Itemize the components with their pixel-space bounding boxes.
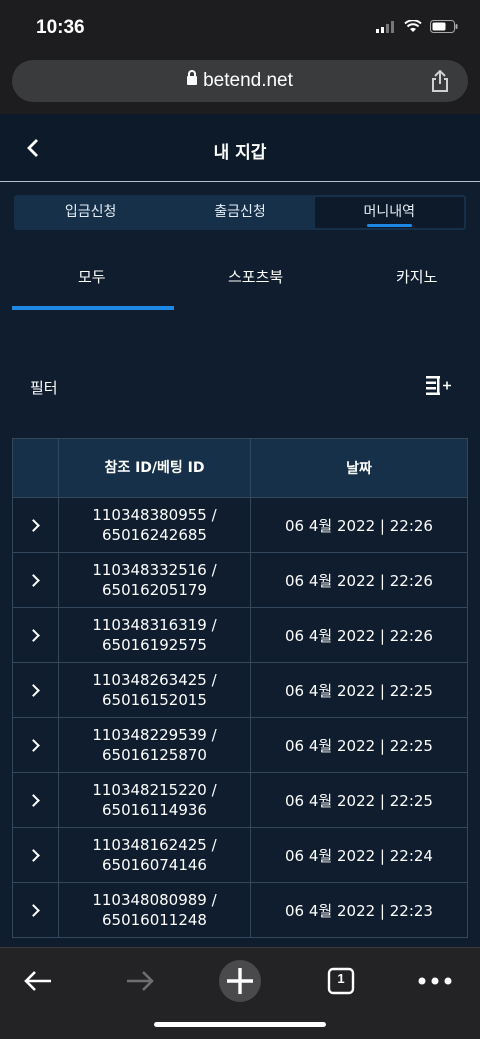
arrow-left-icon [24, 971, 51, 991]
ref-id: 110348229539 / [92, 726, 217, 744]
tab-sportsbook[interactable]: 스포츠북 [228, 266, 283, 287]
battery-icon [430, 20, 458, 33]
bet-id: 65016125870 [102, 746, 207, 764]
more-icon [418, 977, 452, 985]
ref-id: 110348263425 / [92, 671, 217, 689]
bet-id: 65016152015 [102, 691, 207, 709]
row-date: 06 4월 2022 | 22:25 [250, 772, 468, 828]
wifi-icon [404, 20, 422, 32]
home-indicator [154, 1022, 326, 1027]
share-icon[interactable] [430, 70, 450, 92]
back-button[interactable] [18, 958, 58, 1004]
wallet-segmented-control: 입금신청 출금신청 머니내역 [14, 195, 466, 230]
active-tab-indicator [12, 306, 174, 310]
bet-id: 65016114936 [102, 801, 207, 819]
arrow-right-icon [127, 971, 154, 991]
page-title: 내 지갑 [213, 143, 267, 163]
table-row[interactable]: 110348263425 / 65016152015 06 4월 2022 | 2… [12, 662, 468, 718]
filter-label: 필터 [30, 379, 58, 397]
row-date: 06 4월 2022 | 22:24 [250, 827, 468, 883]
table-row[interactable]: 110348162425 / 65016074146 06 4월 2022 | 2… [12, 827, 468, 883]
column-header-ref-id: 참조 ID/베팅 ID [58, 438, 251, 498]
row-date: 06 4월 2022 | 22:25 [250, 717, 468, 773]
row-date: 06 4월 2022 | 22:25 [250, 662, 468, 718]
table-row[interactable]: 110348332516 / 65016205179 06 4월 2022 | 2… [12, 552, 468, 608]
tabs-button[interactable]: 1 [326, 958, 356, 1004]
row-date: 06 4월 2022 | 22:26 [250, 607, 468, 663]
chevron-right-icon[interactable] [27, 519, 40, 532]
chevron-right-icon[interactable] [27, 629, 40, 642]
ref-id: 110348332516 / [92, 561, 217, 579]
column-header-expand [12, 438, 59, 498]
table-row[interactable]: 110348380955 / 65016242685 06 4월 2022 | 2… [12, 497, 468, 553]
tab-count: 1 [337, 971, 345, 986]
ref-id: 110348162425 / [92, 836, 217, 854]
signal-icon [376, 20, 394, 33]
row-date: 06 4월 2022 | 22:23 [250, 882, 468, 938]
row-date: 06 4월 2022 | 22:26 [250, 497, 468, 553]
segment-deposit[interactable]: 입금신청 [16, 197, 165, 228]
ref-id: 110348316319 / [92, 616, 217, 634]
new-tab-button[interactable] [218, 958, 262, 1004]
bet-id: 65016242685 [102, 526, 207, 544]
bet-id: 65016205179 [102, 581, 207, 599]
forward-button[interactable] [120, 958, 160, 1004]
status-icons [376, 20, 458, 33]
table-row[interactable]: 110348316319 / 65016192575 06 4월 2022 | 2… [12, 607, 468, 663]
ref-id: 110348215220 / [92, 781, 217, 799]
table-header-row: 참조 ID/베팅 ID 날짜 [12, 438, 468, 498]
chevron-right-icon[interactable] [27, 684, 40, 697]
chevron-right-icon[interactable] [27, 904, 40, 917]
category-tabs: 모두 스포츠북 카지노 [0, 250, 480, 310]
chevron-right-icon[interactable] [27, 739, 40, 752]
bet-id: 65016074146 [102, 856, 207, 874]
chevron-right-icon[interactable] [27, 849, 40, 862]
lock-icon [187, 70, 198, 85]
url-area: betend.net [0, 56, 480, 114]
filter-icon[interactable] [426, 375, 452, 397]
plus-icon [219, 960, 261, 1002]
tab-all[interactable]: 모두 [78, 266, 106, 287]
chevron-right-icon[interactable] [27, 794, 40, 807]
column-header-date: 날짜 [250, 438, 468, 498]
table-row[interactable]: 110348215220 / 65016114936 06 4월 2022 | 2… [12, 772, 468, 828]
ref-id: 110348080989 / [92, 891, 217, 909]
more-button[interactable] [416, 958, 454, 1004]
app-header: 내 지갑 [0, 114, 480, 182]
chevron-right-icon[interactable] [27, 574, 40, 587]
money-history-table: 참조 ID/베팅 ID 날짜 110348380955 / 65016242685… [12, 438, 468, 938]
ref-id: 110348380955 / [92, 506, 217, 524]
bet-id: 65016011248 [102, 911, 207, 929]
bet-id: 65016192575 [102, 636, 207, 654]
table-row[interactable]: 110348229539 / 65016125870 06 4월 2022 | 2… [12, 717, 468, 773]
tab-casino[interactable]: 카지노 [396, 266, 437, 287]
address-bar[interactable]: betend.net [12, 60, 468, 102]
status-bar: 10:36 [0, 0, 480, 56]
url-text: betend.net [203, 70, 293, 91]
segment-withdraw[interactable]: 출금신청 [165, 197, 314, 228]
table-row[interactable]: 110348080989 / 65016011248 06 4월 2022 | 2… [12, 882, 468, 938]
status-time: 10:36 [36, 17, 85, 38]
row-date: 06 4월 2022 | 22:26 [250, 552, 468, 608]
segment-money-history[interactable]: 머니내역 [314, 197, 464, 228]
